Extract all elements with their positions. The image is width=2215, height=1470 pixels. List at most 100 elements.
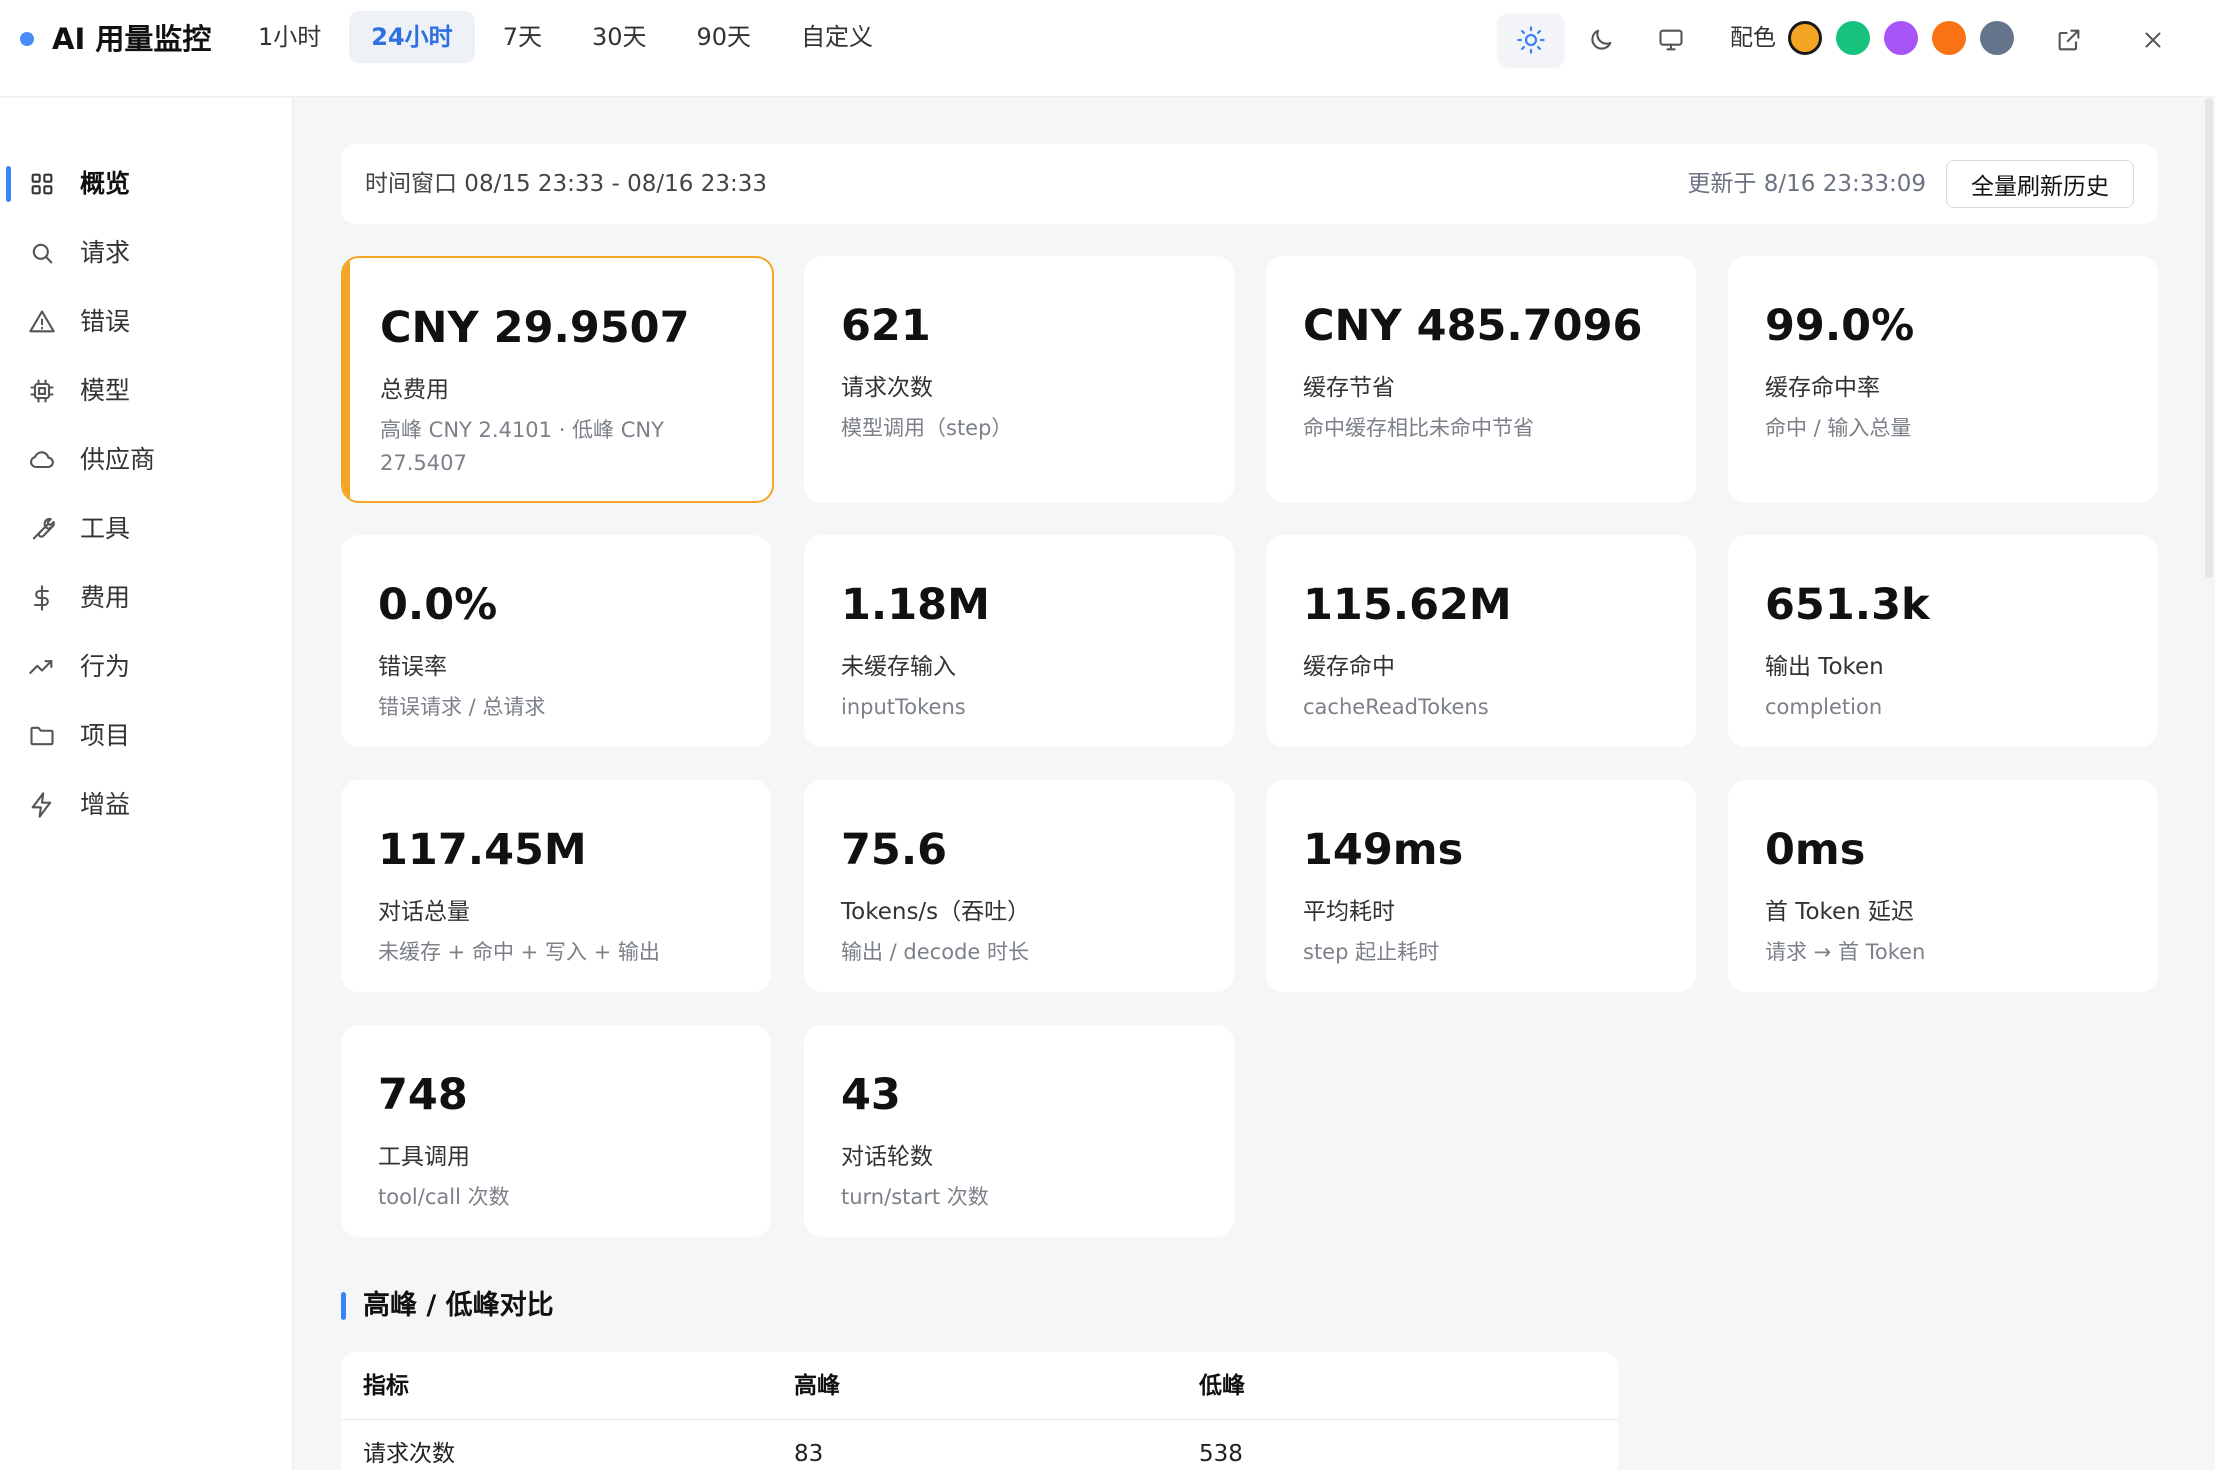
sidebar-item-costs[interactable]: 费用 — [0, 570, 293, 626]
monitor-icon — [1659, 29, 1683, 51]
metric-card-output-tokens[interactable]: 651.3k 输出 Token completion — [1728, 535, 2158, 747]
sidebar-item-errors[interactable]: 错误 — [0, 294, 293, 350]
metric-card-cache-savings[interactable]: CNY 485.7096 缓存节省 命中缓存相比未命中节省 — [1266, 256, 1696, 503]
metric-subtitle: 高峰 CNY 2.4101 · 低峰 CNY 27.5407 — [380, 418, 664, 475]
table-cell-metric: 请求次数 — [363, 1441, 455, 1467]
metric-title: 首 Token 延迟 — [1765, 899, 1915, 925]
metric-subtitle: 输出 / decode 时长 — [841, 940, 1029, 964]
range-tab-1h[interactable]: 1小时 — [236, 11, 343, 63]
peak-comparison-table: 指标 高峰 低峰 请求次数 83 538 — [341, 1352, 1618, 1470]
cloud-icon — [30, 451, 54, 469]
metric-subtitle: completion — [1765, 695, 1883, 719]
palette-swatch-purple[interactable] — [1884, 21, 1918, 55]
metric-value: 1.18M — [841, 580, 990, 630]
palette-swatch-deep-orange[interactable] — [1932, 21, 1966, 55]
metric-card-error-rate[interactable]: 0.0% 错误率 错误请求 / 总请求 — [341, 535, 771, 747]
metric-subtitle: 请求 → 首 Token — [1765, 940, 1926, 964]
metric-title: Tokens/s（吞吐） — [841, 899, 1031, 925]
metric-value: 0ms — [1765, 825, 1866, 875]
metric-title: 缓存命中率 — [1765, 375, 1880, 401]
sidebar: 概览 请求 错误 模型 供应商 工具 费用 行为 项目 增益 — [0, 98, 293, 1470]
metric-card-requests[interactable]: 621 请求次数 模型调用（step） — [804, 256, 1234, 503]
metric-subtitle: 错误请求 / 总请求 — [378, 695, 546, 719]
metric-value: CNY 485.7096 — [1303, 301, 1643, 351]
metric-subtitle: 模型调用（step） — [841, 416, 1013, 440]
sidebar-item-models[interactable]: 模型 — [0, 363, 293, 419]
sidebar-item-label: 增益 — [80, 790, 131, 819]
sidebar-item-overview[interactable]: 概览 — [0, 156, 293, 212]
metric-value: 75.6 — [841, 825, 948, 875]
sidebar-item-gains[interactable]: 增益 — [0, 777, 293, 833]
metric-card-cache-hits[interactable]: 115.62M 缓存命中 cacheReadTokens — [1266, 535, 1696, 747]
metric-value: 115.62M — [1303, 580, 1512, 630]
metric-subtitle: cacheReadTokens — [1303, 695, 1489, 719]
metric-title: 总费用 — [380, 377, 449, 403]
metric-card-total-cost[interactable]: CNY 29.9507 总费用 高峰 CNY 2.4101 · 低峰 CNY 2… — [341, 256, 774, 503]
full-refresh-history-button[interactable]: 全量刷新历史 — [1946, 160, 2134, 208]
active-indicator — [6, 166, 11, 202]
metric-card-first-token-latency[interactable]: 0ms 首 Token 延迟 请求 → 首 Token — [1728, 780, 2158, 992]
sidebar-item-label: 工具 — [80, 514, 131, 543]
range-tab-custom[interactable]: 自定义 — [779, 11, 895, 63]
metric-subtitle: inputTokens — [841, 695, 966, 719]
sidebar-item-providers[interactable]: 供应商 — [0, 432, 293, 488]
top-header: AI 用量监控 1小时 24小时 7天 30天 90天 自定义 配色 — [0, 0, 2215, 97]
sidebar-item-label: 模型 — [80, 376, 131, 405]
sidebar-item-label: 行为 — [80, 652, 131, 681]
metric-subtitle: step 起止耗时 — [1303, 940, 1440, 964]
sidebar-item-label: 供应商 — [80, 445, 156, 474]
metric-card-tool-calls[interactable]: 748 工具调用 tool/call 次数 — [341, 1025, 771, 1237]
metric-card-throughput[interactable]: 75.6 Tokens/s（吞吐） 输出 / decode 时长 — [804, 780, 1234, 992]
metric-title: 工具调用 — [378, 1144, 470, 1170]
section-title-text: 高峰 / 低峰对比 — [363, 1290, 554, 1321]
range-tab-24h[interactable]: 24小时 — [349, 11, 475, 63]
metric-title: 缓存节省 — [1303, 375, 1395, 401]
table-header-row: 指标 高峰 低峰 — [341, 1352, 1618, 1420]
light-theme-button[interactable] — [1498, 14, 1564, 66]
time-range-tabs: 1小时 24小时 7天 30天 90天 自定义 — [236, 11, 895, 63]
metric-subtitle: turn/start 次数 — [841, 1185, 989, 1209]
metric-title: 对话轮数 — [841, 1144, 933, 1170]
column-header-metric: 指标 — [363, 1373, 409, 1399]
status-dot — [20, 32, 34, 46]
metric-value: 43 — [841, 1070, 901, 1120]
open-external-button[interactable] — [2036, 14, 2102, 66]
grid-icon — [31, 173, 53, 195]
sun-icon — [1517, 26, 1545, 54]
metric-value: 621 — [841, 301, 931, 351]
metric-title: 对话总量 — [378, 899, 470, 925]
moon-icon — [1591, 29, 1612, 50]
dark-theme-button[interactable] — [1568, 14, 1634, 66]
sidebar-item-projects[interactable]: 项目 — [0, 708, 293, 764]
metric-card-avg-latency[interactable]: 149ms 平均耗时 step 起止耗时 — [1266, 780, 1696, 992]
sidebar-item-tools[interactable]: 工具 — [0, 501, 293, 557]
palette-swatch-green[interactable] — [1836, 21, 1870, 55]
page-scrollbar[interactable] — [2205, 98, 2213, 578]
sidebar-item-label: 费用 — [80, 583, 131, 612]
metric-card-turns[interactable]: 43 对话轮数 turn/start 次数 — [804, 1025, 1234, 1237]
palette-swatch-orange[interactable] — [1788, 21, 1822, 55]
metric-card-total-tokens[interactable]: 117.45M 对话总量 未缓存 + 命中 + 写入 + 输出 — [341, 780, 771, 992]
palette-swatch-slate[interactable] — [1980, 21, 2014, 55]
metric-card-cache-hit-rate[interactable]: 99.0% 缓存命中率 命中 / 输入总量 — [1728, 256, 2158, 503]
sidebar-item-behavior[interactable]: 行为 — [0, 639, 293, 695]
sidebar-item-label: 请求 — [80, 238, 131, 267]
metric-value: 99.0% — [1765, 301, 1915, 351]
close-icon — [2145, 32, 2161, 48]
sidebar-item-requests[interactable]: 请求 — [0, 225, 293, 281]
metric-card-uncached-input[interactable]: 1.18M 未缓存输入 inputTokens — [804, 535, 1234, 747]
close-button[interactable] — [2120, 14, 2186, 66]
range-tab-90d[interactable]: 90天 — [675, 11, 774, 63]
metric-title: 平均耗时 — [1303, 899, 1395, 925]
metric-value: 651.3k — [1765, 580, 1930, 630]
range-tab-7d[interactable]: 7天 — [481, 11, 564, 63]
table-row: 请求次数 83 538 — [341, 1420, 1618, 1470]
system-theme-button[interactable] — [1638, 14, 1704, 66]
sidebar-item-label: 错误 — [80, 307, 131, 336]
time-window-bar: 时间窗口 08/15 23:33 - 08/16 23:33 更新于 8/16 … — [341, 144, 2158, 224]
range-tab-30d[interactable]: 30天 — [570, 11, 669, 63]
bolt-icon — [31, 792, 52, 818]
time-window-label: 时间窗口 08/15 23:33 - 08/16 23:33 — [365, 171, 767, 197]
metric-title: 缓存命中 — [1303, 654, 1395, 680]
metric-title: 请求次数 — [841, 375, 933, 401]
